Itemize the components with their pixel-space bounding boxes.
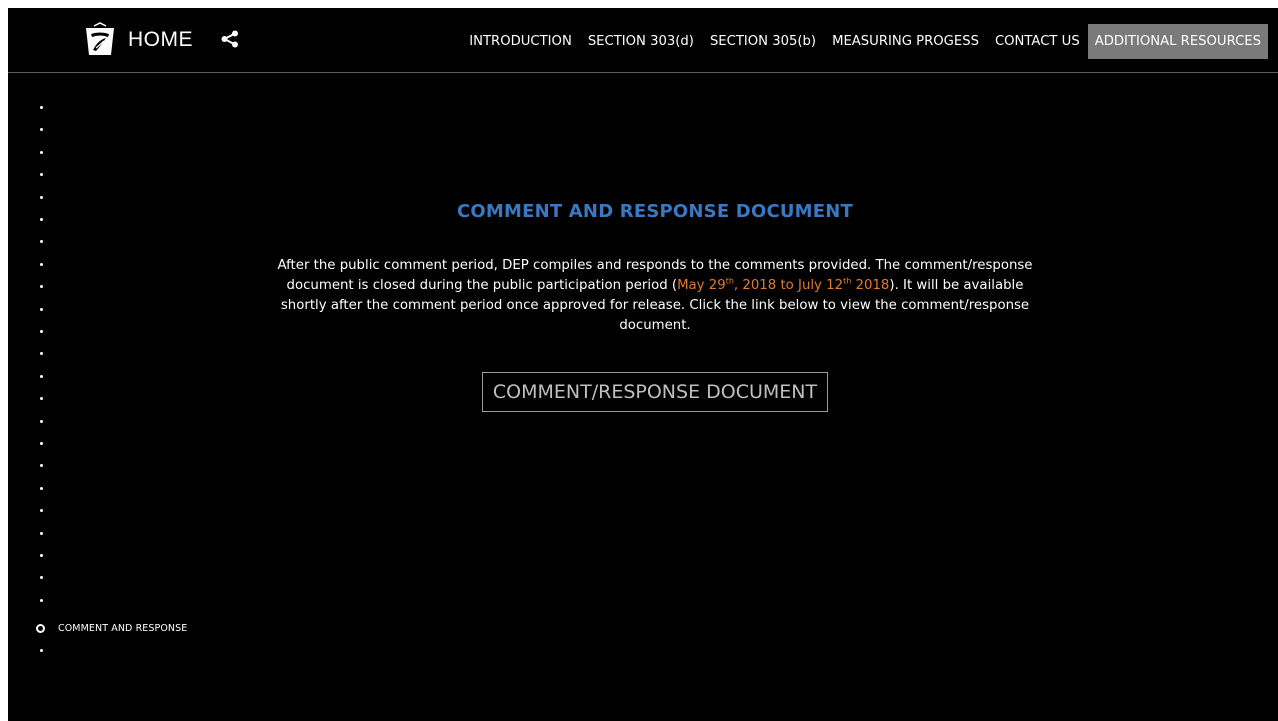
rail-dot[interactable] — [40, 649, 43, 652]
description-paragraph: After the public comment period, DEP com… — [275, 256, 1035, 336]
nav-introduction[interactable]: INTRODUCTION — [461, 24, 580, 59]
rail-dot[interactable] — [40, 263, 43, 266]
home-link[interactable]: HOME — [82, 22, 193, 58]
nav-section-303d[interactable]: SECTION 303(d) — [580, 24, 702, 59]
nav-section-305b[interactable]: SECTION 305(b) — [702, 24, 824, 59]
rail-dot[interactable] — [40, 420, 43, 423]
rail-current-section[interactable]: COMMENT AND RESPONSE — [36, 623, 187, 634]
rail-dot[interactable] — [40, 509, 43, 512]
rail-dot[interactable] — [40, 576, 43, 579]
rail-dot[interactable] — [40, 464, 43, 467]
comment-response-document-button[interactable]: COMMENT/RESPONSE DOCUMENT — [481, 372, 829, 412]
rail-dot[interactable] — [40, 128, 43, 131]
rail-dot[interactable] — [40, 375, 43, 378]
rail-dot[interactable] — [40, 532, 43, 535]
rail-dot[interactable] — [40, 106, 43, 109]
nav-measuring-progress[interactable]: MEASURING PROGESS — [824, 24, 987, 59]
rail-dot[interactable] — [40, 554, 43, 557]
top-nav-bar: HOME INTRODUCTION SECTION 303(d) SECTION… — [8, 8, 1278, 73]
rail-dot[interactable] — [40, 218, 43, 221]
date-end-text: 2018 — [851, 278, 890, 293]
home-label: HOME — [128, 28, 193, 51]
rail-dot[interactable] — [40, 330, 43, 333]
current-section-marker-icon — [36, 624, 45, 633]
rail-dot[interactable] — [40, 352, 43, 355]
rail-dot[interactable] — [40, 442, 43, 445]
rail-dot[interactable] — [40, 599, 43, 602]
app-frame: HOME INTRODUCTION SECTION 303(d) SECTION… — [8, 8, 1278, 721]
date-start-text: May 29 — [677, 278, 726, 293]
rail-dot[interactable] — [40, 308, 43, 311]
share-icon[interactable] — [220, 30, 240, 48]
rail-dot[interactable] — [40, 240, 43, 243]
rail-dot[interactable] — [40, 173, 43, 176]
page-title: COMMENT AND RESPONSE DOCUMENT — [456, 201, 854, 222]
date-start-suffix: th — [725, 276, 734, 286]
rail-dot[interactable] — [40, 151, 43, 154]
keystone-logo-icon — [86, 22, 114, 55]
rail-current-label: COMMENT AND RESPONSE — [58, 623, 188, 634]
rail-dot[interactable] — [40, 397, 43, 400]
main-content: COMMENT AND RESPONSE DOCUMENT After the … — [270, 194, 1040, 412]
nav-additional-resources[interactable]: ADDITIONAL RESOURCES — [1087, 24, 1268, 59]
date-mid-text: , 2018 to July 12 — [733, 278, 844, 293]
participation-dates: May 29th, 2018 to July 12th 2018 — [677, 276, 890, 293]
rail-dot[interactable] — [40, 487, 43, 490]
rail-dot[interactable] — [40, 196, 43, 199]
nav-contact-us[interactable]: CONTACT US — [987, 24, 1088, 59]
rail-dot[interactable] — [40, 285, 43, 288]
main-nav: INTRODUCTION SECTION 303(d) SECTION 305(… — [461, 24, 1268, 59]
